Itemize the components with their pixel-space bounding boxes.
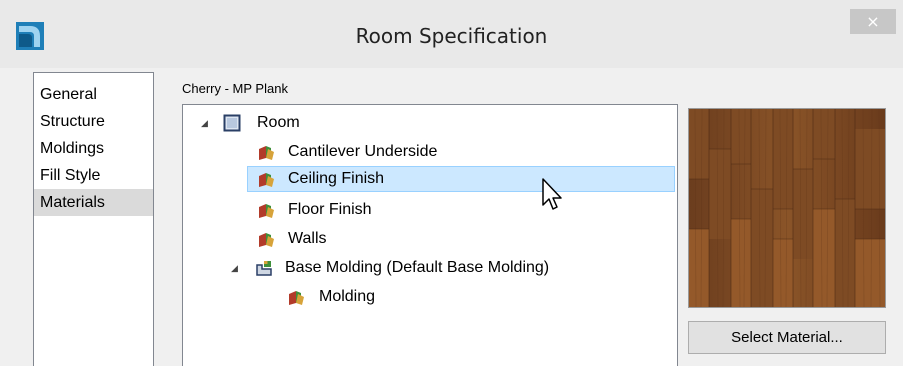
nav-item-general[interactable]: General xyxy=(34,81,153,108)
tree-item-label: Room xyxy=(257,114,300,131)
tree-item-base-molding[interactable]: ◢ Base Molding (Default Base Molding) xyxy=(183,255,675,281)
tree-item-label: Base Molding (Default Base Molding) xyxy=(285,259,550,276)
app-logo-icon xyxy=(16,22,44,50)
tree-item-label: Floor Finish xyxy=(288,201,372,218)
nav-item-fill-style[interactable]: Fill Style xyxy=(34,162,153,189)
tree-item-label: Cantilever Underside xyxy=(288,143,438,160)
tree-item-floor-finish[interactable]: Floor Finish xyxy=(183,197,675,223)
material-component-tree: ◢ Room Cantilever Underside Ceiling Fini… xyxy=(182,104,678,366)
select-material-button[interactable]: Select Material... xyxy=(688,321,886,354)
material-swatch-icon xyxy=(289,291,304,305)
tree-item-label: Molding xyxy=(319,288,376,305)
tree-item-label: Ceiling Finish xyxy=(288,170,385,187)
tree-item-walls[interactable]: Walls xyxy=(183,226,675,252)
nav-item-materials[interactable]: Materials xyxy=(34,189,153,216)
tree-item-label: Walls xyxy=(288,230,327,247)
nav-item-moldings[interactable]: Moldings xyxy=(34,135,153,162)
category-list: General Structure Moldings Fill Style Ma… xyxy=(33,72,154,366)
expand-arrow-icon[interactable]: ◢ xyxy=(201,118,211,128)
tree-item-cantilever-underside[interactable]: Cantilever Underside xyxy=(183,139,675,165)
expand-arrow-icon[interactable]: ◢ xyxy=(231,263,241,273)
molding-icon xyxy=(256,261,272,276)
material-swatch-icon xyxy=(259,146,274,160)
material-swatch-icon xyxy=(259,233,274,247)
mouse-cursor-icon xyxy=(542,178,562,210)
window-title: Room Specification xyxy=(355,24,548,48)
tree-item-room[interactable]: ◢ Room xyxy=(183,110,675,136)
material-swatch-icon xyxy=(259,204,274,218)
material-preview xyxy=(688,108,886,308)
tree-item-molding[interactable]: Molding xyxy=(183,284,675,310)
nav-item-structure[interactable]: Structure xyxy=(34,108,153,135)
wood-texture-image xyxy=(689,109,885,307)
tree-item-ceiling-finish[interactable]: Ceiling Finish xyxy=(247,166,675,192)
close-button[interactable]: × xyxy=(850,9,896,34)
material-swatch-icon xyxy=(259,173,274,187)
selected-material-name: Cherry - MP Plank xyxy=(182,81,288,96)
title-bar: Room Specification × xyxy=(0,0,903,68)
room-icon xyxy=(223,114,241,132)
